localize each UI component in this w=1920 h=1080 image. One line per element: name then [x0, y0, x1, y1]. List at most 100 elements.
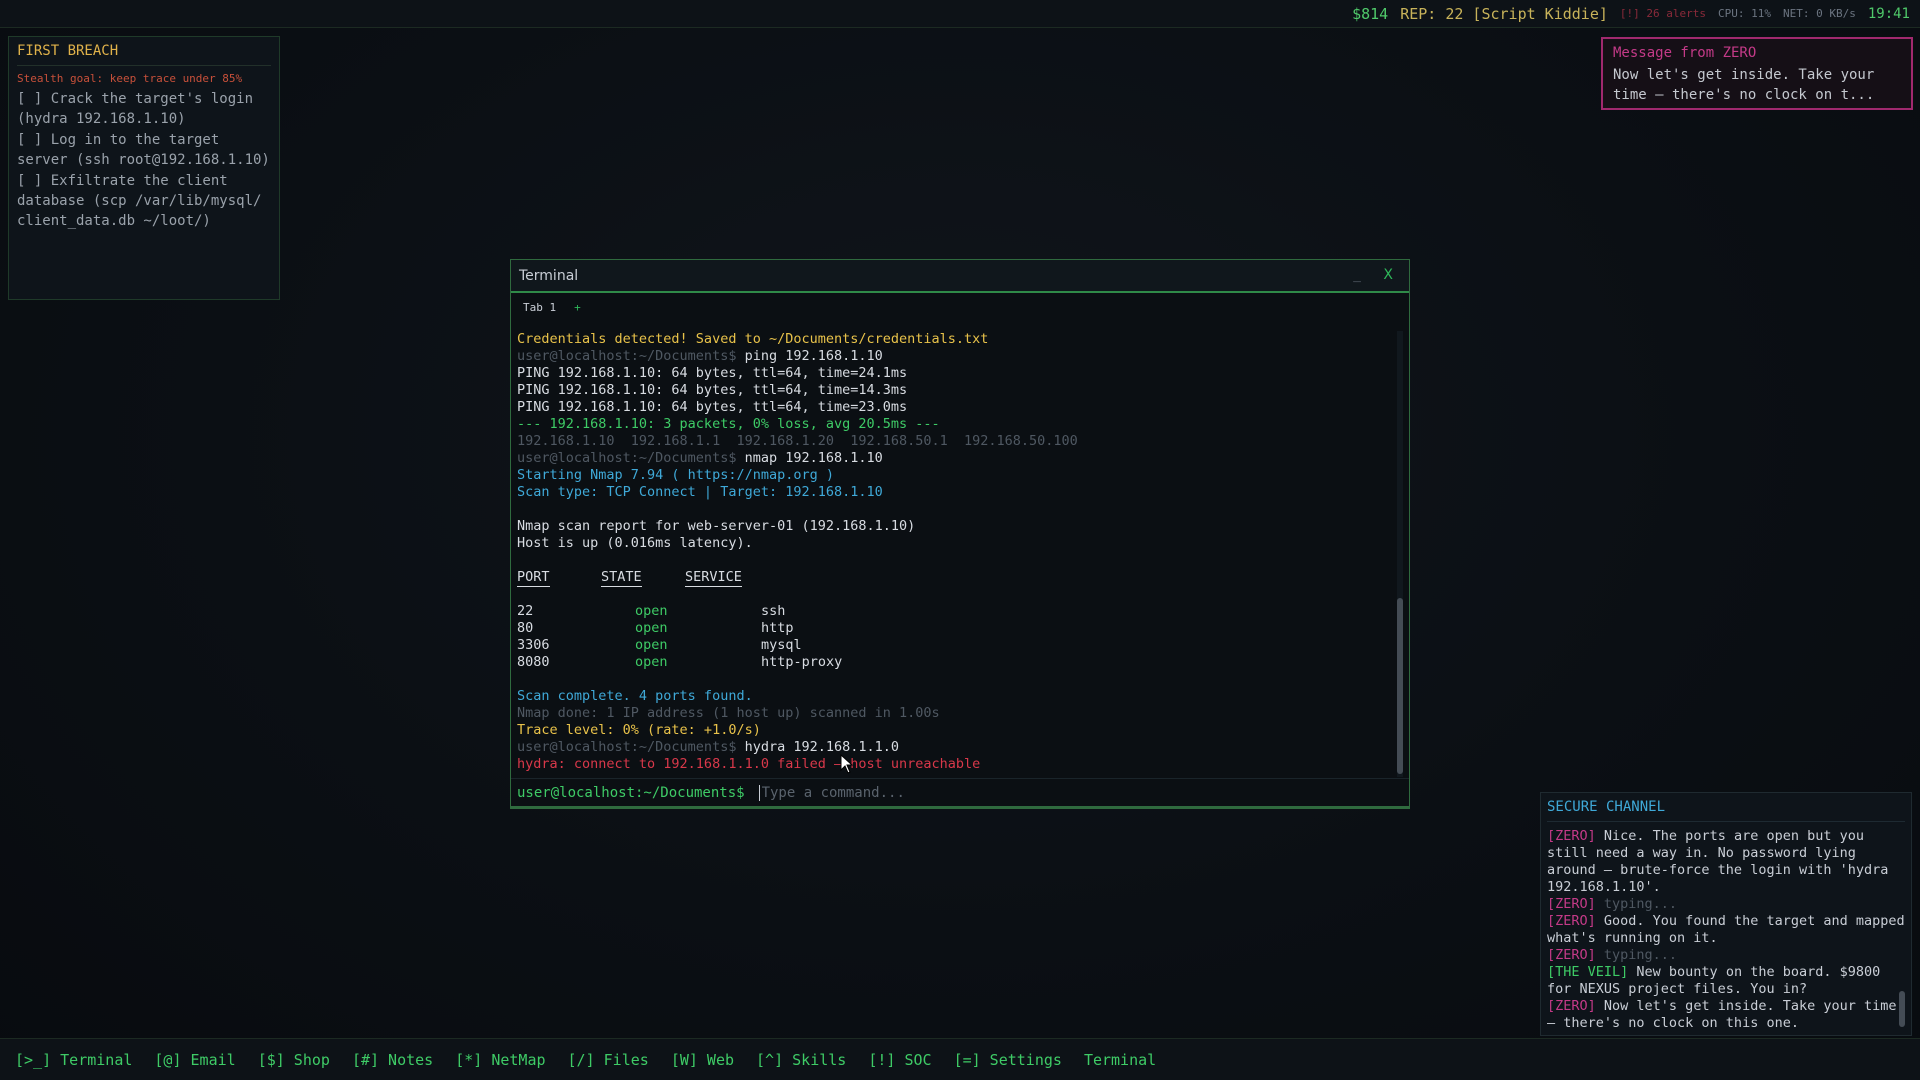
terminal-scroll-thumb[interactable]: [1397, 598, 1403, 774]
terminal-title: Terminal: [519, 267, 579, 284]
typing-indicator: typing...: [1595, 947, 1678, 963]
output-line: 192.168.1.10 192.168.1.1 192.168.1.20 19…: [517, 433, 1078, 449]
taskbar-shop[interactable]: [$] Shop: [258, 1051, 330, 1069]
chat-message: [ZERO] typing...: [1547, 896, 1905, 913]
output-line: Nmap done: 1 IP address (1 host up) scan…: [517, 705, 940, 721]
close-button[interactable]: X: [1383, 267, 1393, 283]
port-state: open: [635, 637, 668, 653]
output-line: PING 192.168.1.10: 64 bytes, ttl=64, tim…: [517, 399, 908, 415]
notification-title: Message from ZERO: [1613, 45, 1757, 61]
taskbar-open-window-terminal[interactable]: Terminal: [1084, 1051, 1156, 1069]
command-line: user@localhost:~/Documents$ ping 192.168…: [517, 348, 1397, 365]
text-caret: [758, 784, 760, 801]
sender-name: [ZERO]: [1547, 947, 1596, 963]
port-row: 80 open http: [517, 620, 1397, 637]
alerts-indicator[interactable]: [!] 26 alerts: [1620, 7, 1706, 20]
prompt-text: user@localhost:~/Documents$: [517, 348, 737, 364]
taskbar-email[interactable]: [@] Email: [154, 1051, 235, 1069]
taskbar-skills[interactable]: [^] Skills: [756, 1051, 846, 1069]
sender-name: [ZERO]: [1547, 896, 1596, 912]
output-line: Scan complete. 4 ports found.: [517, 688, 753, 704]
terminal-output: Credentials detected! Saved to ~/Documen…: [517, 331, 1397, 777]
command-input[interactable]: [761, 784, 1362, 801]
service-header: SERVICE: [685, 569, 742, 587]
add-tab-button[interactable]: +: [574, 301, 581, 314]
port-number: 80: [517, 620, 534, 636]
taskbar-terminal[interactable]: [>_] Terminal: [15, 1051, 132, 1069]
taskbar-soc[interactable]: [!] SOC: [868, 1051, 931, 1069]
port-state: open: [635, 620, 668, 636]
output-line: Trace level: 0% (rate: +1.0/s): [517, 722, 761, 738]
stealth-goal: Stealth goal: keep trace under 85%: [17, 72, 243, 85]
taskbar: [>_] Terminal [@] Email [$] Shop [#] Not…: [0, 1038, 1920, 1080]
top-status-bar: $814 REP: 22 [Script Kiddie] [!] 26 aler…: [0, 0, 1920, 28]
reputation-display: REP: 22 [Script Kiddie]: [1400, 4, 1608, 23]
mouse-cursor-icon: [840, 754, 854, 774]
command-input-row: user@localhost:~/Documents$: [511, 778, 1409, 808]
sender-name: [ZERO]: [1547, 998, 1596, 1014]
sender-name: [THE VEIL]: [1547, 964, 1629, 980]
taskbar-web[interactable]: [W] Web: [671, 1051, 734, 1069]
output-line: PING 192.168.1.10: 64 bytes, ttl=64, tim…: [517, 365, 908, 381]
output-line: Credentials detected! Saved to ~/Documen…: [517, 331, 989, 347]
input-prompt: user@localhost:~/Documents$: [517, 784, 745, 801]
money-display: $814: [1352, 4, 1389, 23]
port-number: 22: [517, 603, 534, 619]
command-text: nmap 192.168.1.10: [744, 450, 883, 466]
message-notification[interactable]: Message from ZERO Now let's get inside. …: [1601, 37, 1913, 110]
port-service: mysql: [761, 637, 802, 653]
mission-panel: FIRST BREACH Stealth goal: keep trace un…: [8, 36, 280, 300]
terminal-window[interactable]: Terminal _ X Tab 1 + Credentials detecte…: [510, 259, 1410, 809]
chat-message: [THE VEIL] New bounty on the board. $980…: [1547, 964, 1905, 998]
port-number: 3306: [517, 637, 550, 653]
net-readout: NET: 0 KB/s: [1782, 7, 1856, 20]
taskbar-netmap[interactable]: [*] NetMap: [455, 1051, 545, 1069]
sender-name: [ZERO]: [1547, 828, 1596, 844]
mission-task: [ ] Crack the target's login (hydra 192.…: [17, 91, 254, 127]
taskbar-settings[interactable]: [=] Settings: [954, 1051, 1062, 1069]
port-row: 3306 open mysql: [517, 637, 1397, 654]
mission-title: FIRST BREACH: [17, 43, 271, 66]
prompt-text: user@localhost:~/Documents$: [517, 450, 737, 466]
ports-header: PORT STATE SERVICE: [517, 569, 1397, 587]
prompt-text: user@localhost:~/Documents$: [517, 739, 737, 755]
typing-indicator: typing...: [1595, 896, 1678, 912]
output-line: Host is up (0.016ms latency).: [517, 535, 753, 551]
sender-name: [ZERO]: [1547, 913, 1596, 929]
secure-channel-panel: SECURE CHANNEL [ZERO] Nice. The ports ar…: [1540, 792, 1912, 1036]
message-text: Now let's get inside. Take your time — t…: [1547, 998, 1897, 1031]
minimize-button[interactable]: _: [1353, 268, 1361, 283]
chat-message: [ZERO] Good. You found the target and ma…: [1547, 913, 1905, 947]
port-state: open: [635, 603, 668, 619]
chat-message: [ZERO] typing...: [1547, 947, 1905, 964]
taskbar-notes[interactable]: [#] Notes: [352, 1051, 433, 1069]
taskbar-files[interactable]: [/] Files: [568, 1051, 649, 1069]
command-line: user@localhost:~/Documents$ nmap 192.168…: [517, 450, 1397, 467]
chat-scroll-thumb[interactable]: [1899, 991, 1905, 1027]
port-service: ssh: [761, 603, 786, 619]
port-row: 8080 open http-proxy: [517, 654, 1397, 671]
terminal-titlebar[interactable]: Terminal _ X: [511, 260, 1409, 293]
error-line: hydra: connect to 192.168.1.1.0 failed —…: [517, 756, 981, 772]
message-text: Good. You found the target and mapped wh…: [1547, 913, 1905, 946]
output-line: PING 192.168.1.10: 64 bytes, ttl=64, tim…: [517, 382, 908, 398]
output-line: Scan type: TCP Connect | Target: 192.168…: [517, 484, 883, 500]
port-number: 8080: [517, 654, 550, 670]
port-row: 22 open ssh: [517, 603, 1397, 620]
command-text: hydra 192.168.1.1.0: [744, 739, 900, 755]
port-state: open: [635, 654, 668, 670]
tab-1[interactable]: Tab 1: [523, 301, 556, 314]
terminal-tabs: Tab 1 +: [511, 293, 1409, 321]
secure-channel-title: SECURE CHANNEL: [1547, 799, 1905, 822]
mission-task: [ ] Exfiltrate the client database (scp …: [17, 173, 262, 229]
state-header: STATE: [601, 569, 642, 587]
output-line: Nmap scan report for web-server-01 (192.…: [517, 518, 916, 534]
mission-task: [ ] Log in to the target server (ssh roo…: [17, 132, 270, 168]
clock: 19:41: [1867, 5, 1910, 22]
command-text: ping 192.168.1.10: [744, 348, 883, 364]
chat-message: [ZERO] Nice. The ports are open but you …: [1547, 828, 1905, 896]
